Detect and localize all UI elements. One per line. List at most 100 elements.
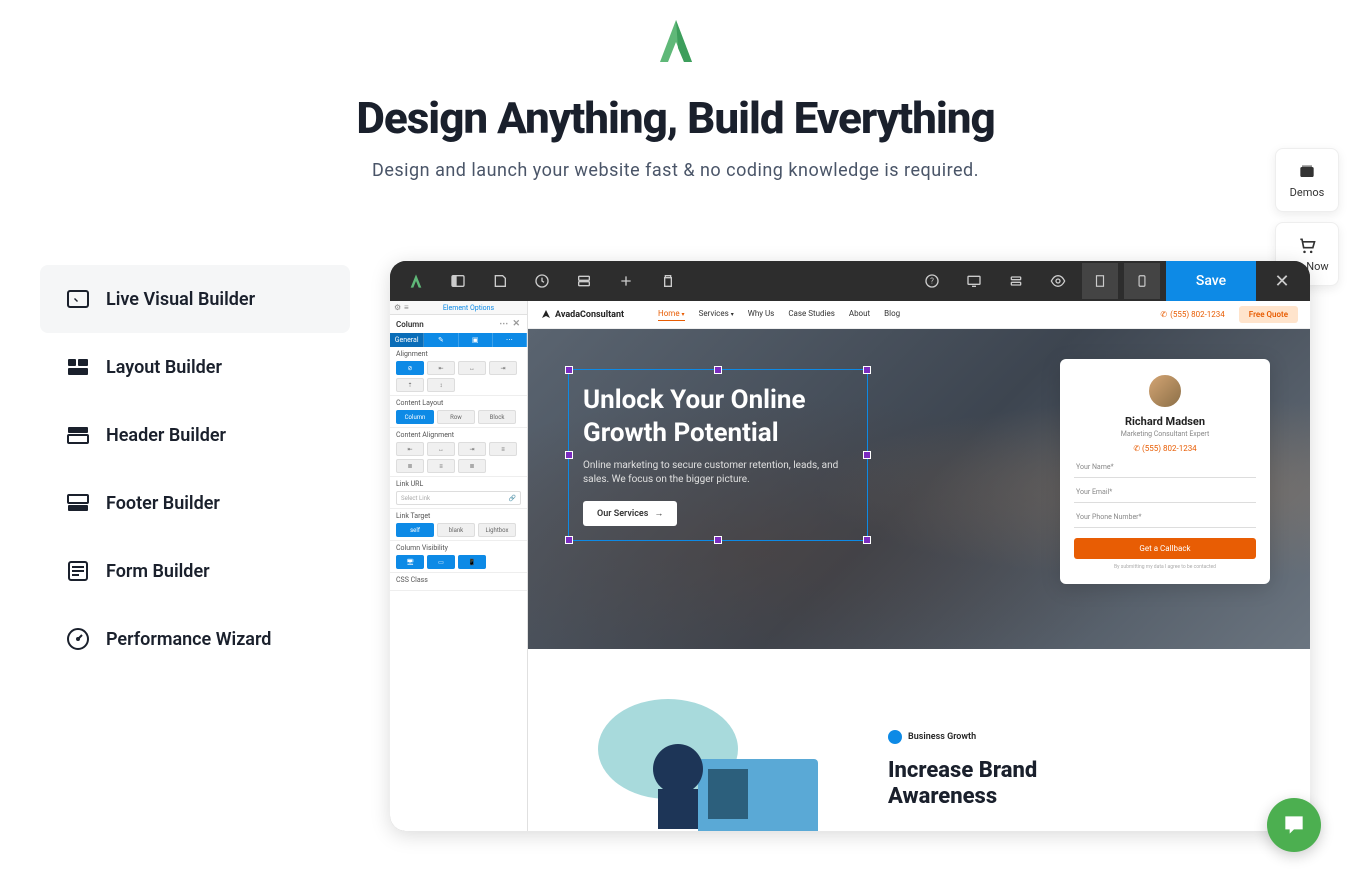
css-class-group: CSS Class [390, 573, 527, 591]
calign-4[interactable]: ≡ [489, 442, 517, 456]
tablet-icon[interactable] [998, 263, 1034, 299]
hero-heading: Unlock Your Online Growth Potential [583, 384, 853, 449]
nav-services[interactable]: Services ▾ [699, 309, 734, 321]
target-lightbox[interactable]: Lightbox [478, 523, 516, 537]
consultant-name: Richard Madsen [1074, 415, 1256, 428]
calign-6[interactable]: ≡ [427, 459, 455, 473]
align-right[interactable]: ⇥ [489, 361, 517, 375]
align-default[interactable]: ⊘ [396, 361, 424, 375]
align-top[interactable]: ⇡ [396, 378, 424, 392]
chat-icon [1281, 812, 1307, 838]
calign-1[interactable]: ⇤ [396, 442, 424, 456]
panel-tab-extras[interactable]: ⋯ [493, 333, 527, 347]
page-icon[interactable] [1082, 263, 1118, 299]
header-phone[interactable]: ✆(555) 802-1234 [1160, 310, 1224, 319]
nav-about[interactable]: About [849, 309, 870, 321]
server-icon[interactable] [566, 263, 602, 299]
save-draft-icon[interactable] [482, 263, 518, 299]
site-header: AvadaConsultant Home ▾ Services ▾ Why Us… [528, 301, 1310, 329]
avada-small-logo-icon[interactable] [398, 263, 434, 299]
builder-preview: ? Save ✕ ⚙ ≡ Element Options Column [390, 261, 1310, 831]
calign-7[interactable]: ≣ [458, 459, 486, 473]
name-input[interactable]: Your Name* [1074, 457, 1256, 478]
cart-icon [1297, 236, 1317, 256]
footer-builder-icon [66, 491, 90, 515]
illustration [588, 689, 848, 831]
align-middle[interactable]: ↕ [427, 378, 455, 392]
site-logo-icon [540, 309, 552, 321]
consent-text: By submitting my data I agree to be cont… [1074, 564, 1256, 570]
nav-why-us[interactable]: Why Us [748, 309, 775, 321]
nav-case-studies[interactable]: Case Studies [788, 309, 835, 321]
calign-5[interactable]: ≣ [396, 459, 424, 473]
link-url-input[interactable]: Select Link🔗 [396, 491, 521, 505]
page-header: Design Anything, Build Everything Design… [0, 0, 1351, 181]
alignment-group: Alignment ⊘ ⇤ ↔ ⇥ ⇡ ↕ [390, 347, 527, 396]
tab-label: Live Visual Builder [106, 289, 255, 310]
hero-cta-button[interactable]: Our Services → [583, 501, 677, 526]
target-self[interactable]: self [396, 523, 434, 537]
link-target-group: Link Target self blank Lightbox [390, 509, 527, 541]
close-button[interactable]: ✕ [1262, 261, 1302, 301]
tab-layout-builder[interactable]: Layout Builder [40, 333, 350, 401]
below-hero-section: Business Growth Increase Brand Awareness [528, 649, 1310, 831]
tab-label: Layout Builder [106, 357, 222, 378]
save-button[interactable]: Save [1166, 261, 1256, 301]
tab-form-builder[interactable]: Form Builder [40, 537, 350, 605]
sidebar-toggle-icon[interactable] [440, 263, 476, 299]
badge: Business Growth [888, 730, 976, 744]
vis-mobile[interactable]: 📱 [458, 555, 486, 569]
gear-icon[interactable]: ⚙ [394, 303, 404, 313]
options-panel: ⚙ ≡ Element Options Column ⋯ ✕ General ✎… [390, 301, 528, 831]
tab-label: Footer Builder [106, 493, 220, 514]
panel-tab-design[interactable]: ✎ [424, 333, 458, 347]
calign-3[interactable]: ⇥ [458, 442, 486, 456]
consultant-phone[interactable]: ✆ (555) 802-1234 [1074, 444, 1256, 453]
tab-performance-wizard[interactable]: Performance Wizard [40, 605, 350, 673]
more-icon[interactable]: ⋯ ✕ [499, 319, 521, 329]
free-quote-button[interactable]: Free Quote [1239, 306, 1298, 323]
callback-submit-button[interactable]: Get a Callback [1074, 538, 1256, 559]
align-left[interactable]: ⇤ [427, 361, 455, 375]
avada-logo-icon [656, 18, 696, 70]
add-element-icon[interactable] [608, 263, 644, 299]
consultant-role: Marketing Consultant Expert [1074, 430, 1256, 438]
mobile-icon[interactable] [1124, 263, 1160, 299]
tab-footer-builder[interactable]: Footer Builder [40, 469, 350, 537]
nav-blog[interactable]: Blog [884, 309, 900, 321]
vis-desktop[interactable]: 🖥 [396, 555, 424, 569]
target-blank[interactable]: blank [437, 523, 475, 537]
phone-input[interactable]: Your Phone Number* [1074, 507, 1256, 528]
calign-2[interactable]: ↔ [427, 442, 455, 456]
nav-home[interactable]: Home ▾ [658, 309, 685, 321]
page-subtitle: Design and launch your website fast & no… [0, 160, 1351, 181]
menu-icon[interactable]: ≡ [404, 303, 414, 313]
panel-title: Element Options [414, 304, 523, 312]
content-layout-group: Content Layout Column Row Block [390, 396, 527, 428]
layers-icon [1297, 162, 1317, 182]
editing-column[interactable]: Unlock Your Online Growth Potential Onli… [568, 369, 868, 541]
email-input[interactable]: Your Email* [1074, 482, 1256, 503]
align-center[interactable]: ↔ [458, 361, 486, 375]
desktop-icon[interactable] [956, 263, 992, 299]
preview-icon[interactable] [1040, 263, 1076, 299]
panel-tab-bg[interactable]: ▣ [459, 333, 493, 347]
panel-tab-general[interactable]: General [390, 333, 424, 347]
hero-section: Unlock Your Online Growth Potential Onli… [528, 329, 1310, 649]
demos-button[interactable]: Demos [1275, 148, 1339, 212]
chat-bubble-button[interactable] [1267, 798, 1321, 852]
layout-column[interactable]: Column [396, 410, 434, 424]
live-visual-builder-icon [66, 287, 90, 311]
history-icon[interactable] [524, 263, 560, 299]
tab-live-visual-builder[interactable]: Live Visual Builder [40, 265, 350, 333]
trash-icon[interactable] [650, 263, 686, 299]
arrow-right-icon: → [654, 508, 663, 519]
tab-label: Form Builder [106, 561, 210, 582]
layout-row[interactable]: Row [437, 410, 475, 424]
help-icon[interactable]: ? [914, 263, 950, 299]
vis-tablet[interactable]: ▭ [427, 555, 455, 569]
hero-paragraph: Online marketing to secure customer rete… [583, 459, 853, 487]
tab-header-builder[interactable]: Header Builder [40, 401, 350, 469]
layout-block[interactable]: Block [478, 410, 516, 424]
site-logo[interactable]: AvadaConsultant [540, 309, 624, 321]
